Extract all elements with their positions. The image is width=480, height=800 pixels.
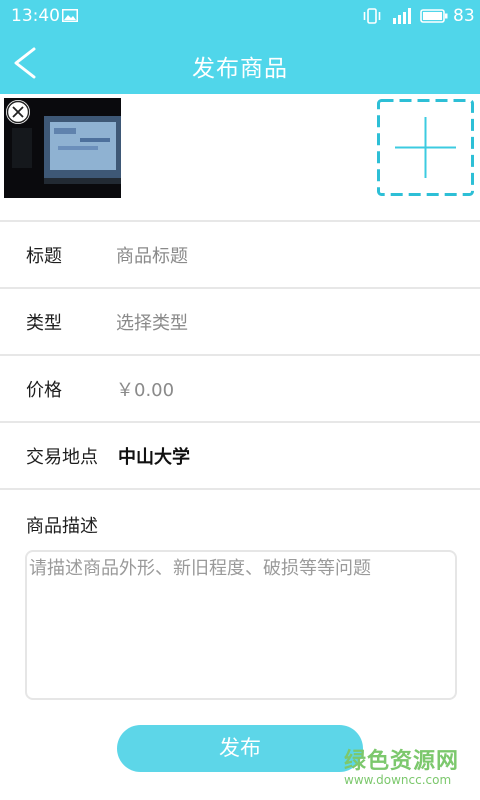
signal-icon (393, 8, 411, 24)
publish-button[interactable]: 发布 (117, 725, 363, 772)
title-input[interactable]: 商品标题 (116, 242, 188, 268)
type-label: 类型 (26, 313, 62, 334)
form-row-location[interactable]: 交易地点 中山大学 (0, 423, 480, 487)
description-textarea[interactable]: 请描述商品外形、新旧程度、破损等等问题 (25, 550, 457, 700)
page-title: 发布商品 (192, 56, 288, 82)
price-label: 价格 (26, 380, 62, 401)
watermark-name: 绿色资源网 (344, 749, 460, 774)
location-label: 交易地点 (26, 447, 98, 468)
location-input[interactable]: 中山大学 (118, 443, 190, 469)
vibrate-icon (363, 8, 381, 24)
gallery-icon (62, 9, 78, 22)
title-label: 标题 (26, 246, 62, 267)
price-input[interactable]: ￥0.00 (116, 376, 174, 402)
status-time: 13:40 (11, 6, 60, 26)
description-placeholder: 请描述商品外形、新旧程度、破损等等问题 (29, 558, 371, 579)
form-row-title[interactable]: 标题 商品标题 (0, 222, 480, 286)
photo-section (0, 94, 480, 220)
battery-percent: 83 (453, 6, 475, 26)
form-row-price[interactable]: 价格 ￥0.00 (0, 356, 480, 420)
app-header: 发布商品 (0, 33, 480, 94)
divider (0, 488, 480, 490)
battery-icon (420, 9, 448, 23)
watermark-url: www.downcc.com (344, 773, 452, 787)
status-bar: 13:40 83 (0, 0, 480, 33)
watermark: 绿色资源网 www.downcc.com (344, 743, 474, 787)
form-row-type[interactable]: 类型 选择类型 (0, 289, 480, 353)
type-select[interactable]: 选择类型 (116, 309, 188, 335)
description-label: 商品描述 (26, 516, 98, 537)
remove-photo-icon[interactable] (5, 99, 33, 127)
add-photo-button[interactable] (377, 99, 474, 196)
product-photo-thumbnail[interactable] (4, 98, 121, 198)
